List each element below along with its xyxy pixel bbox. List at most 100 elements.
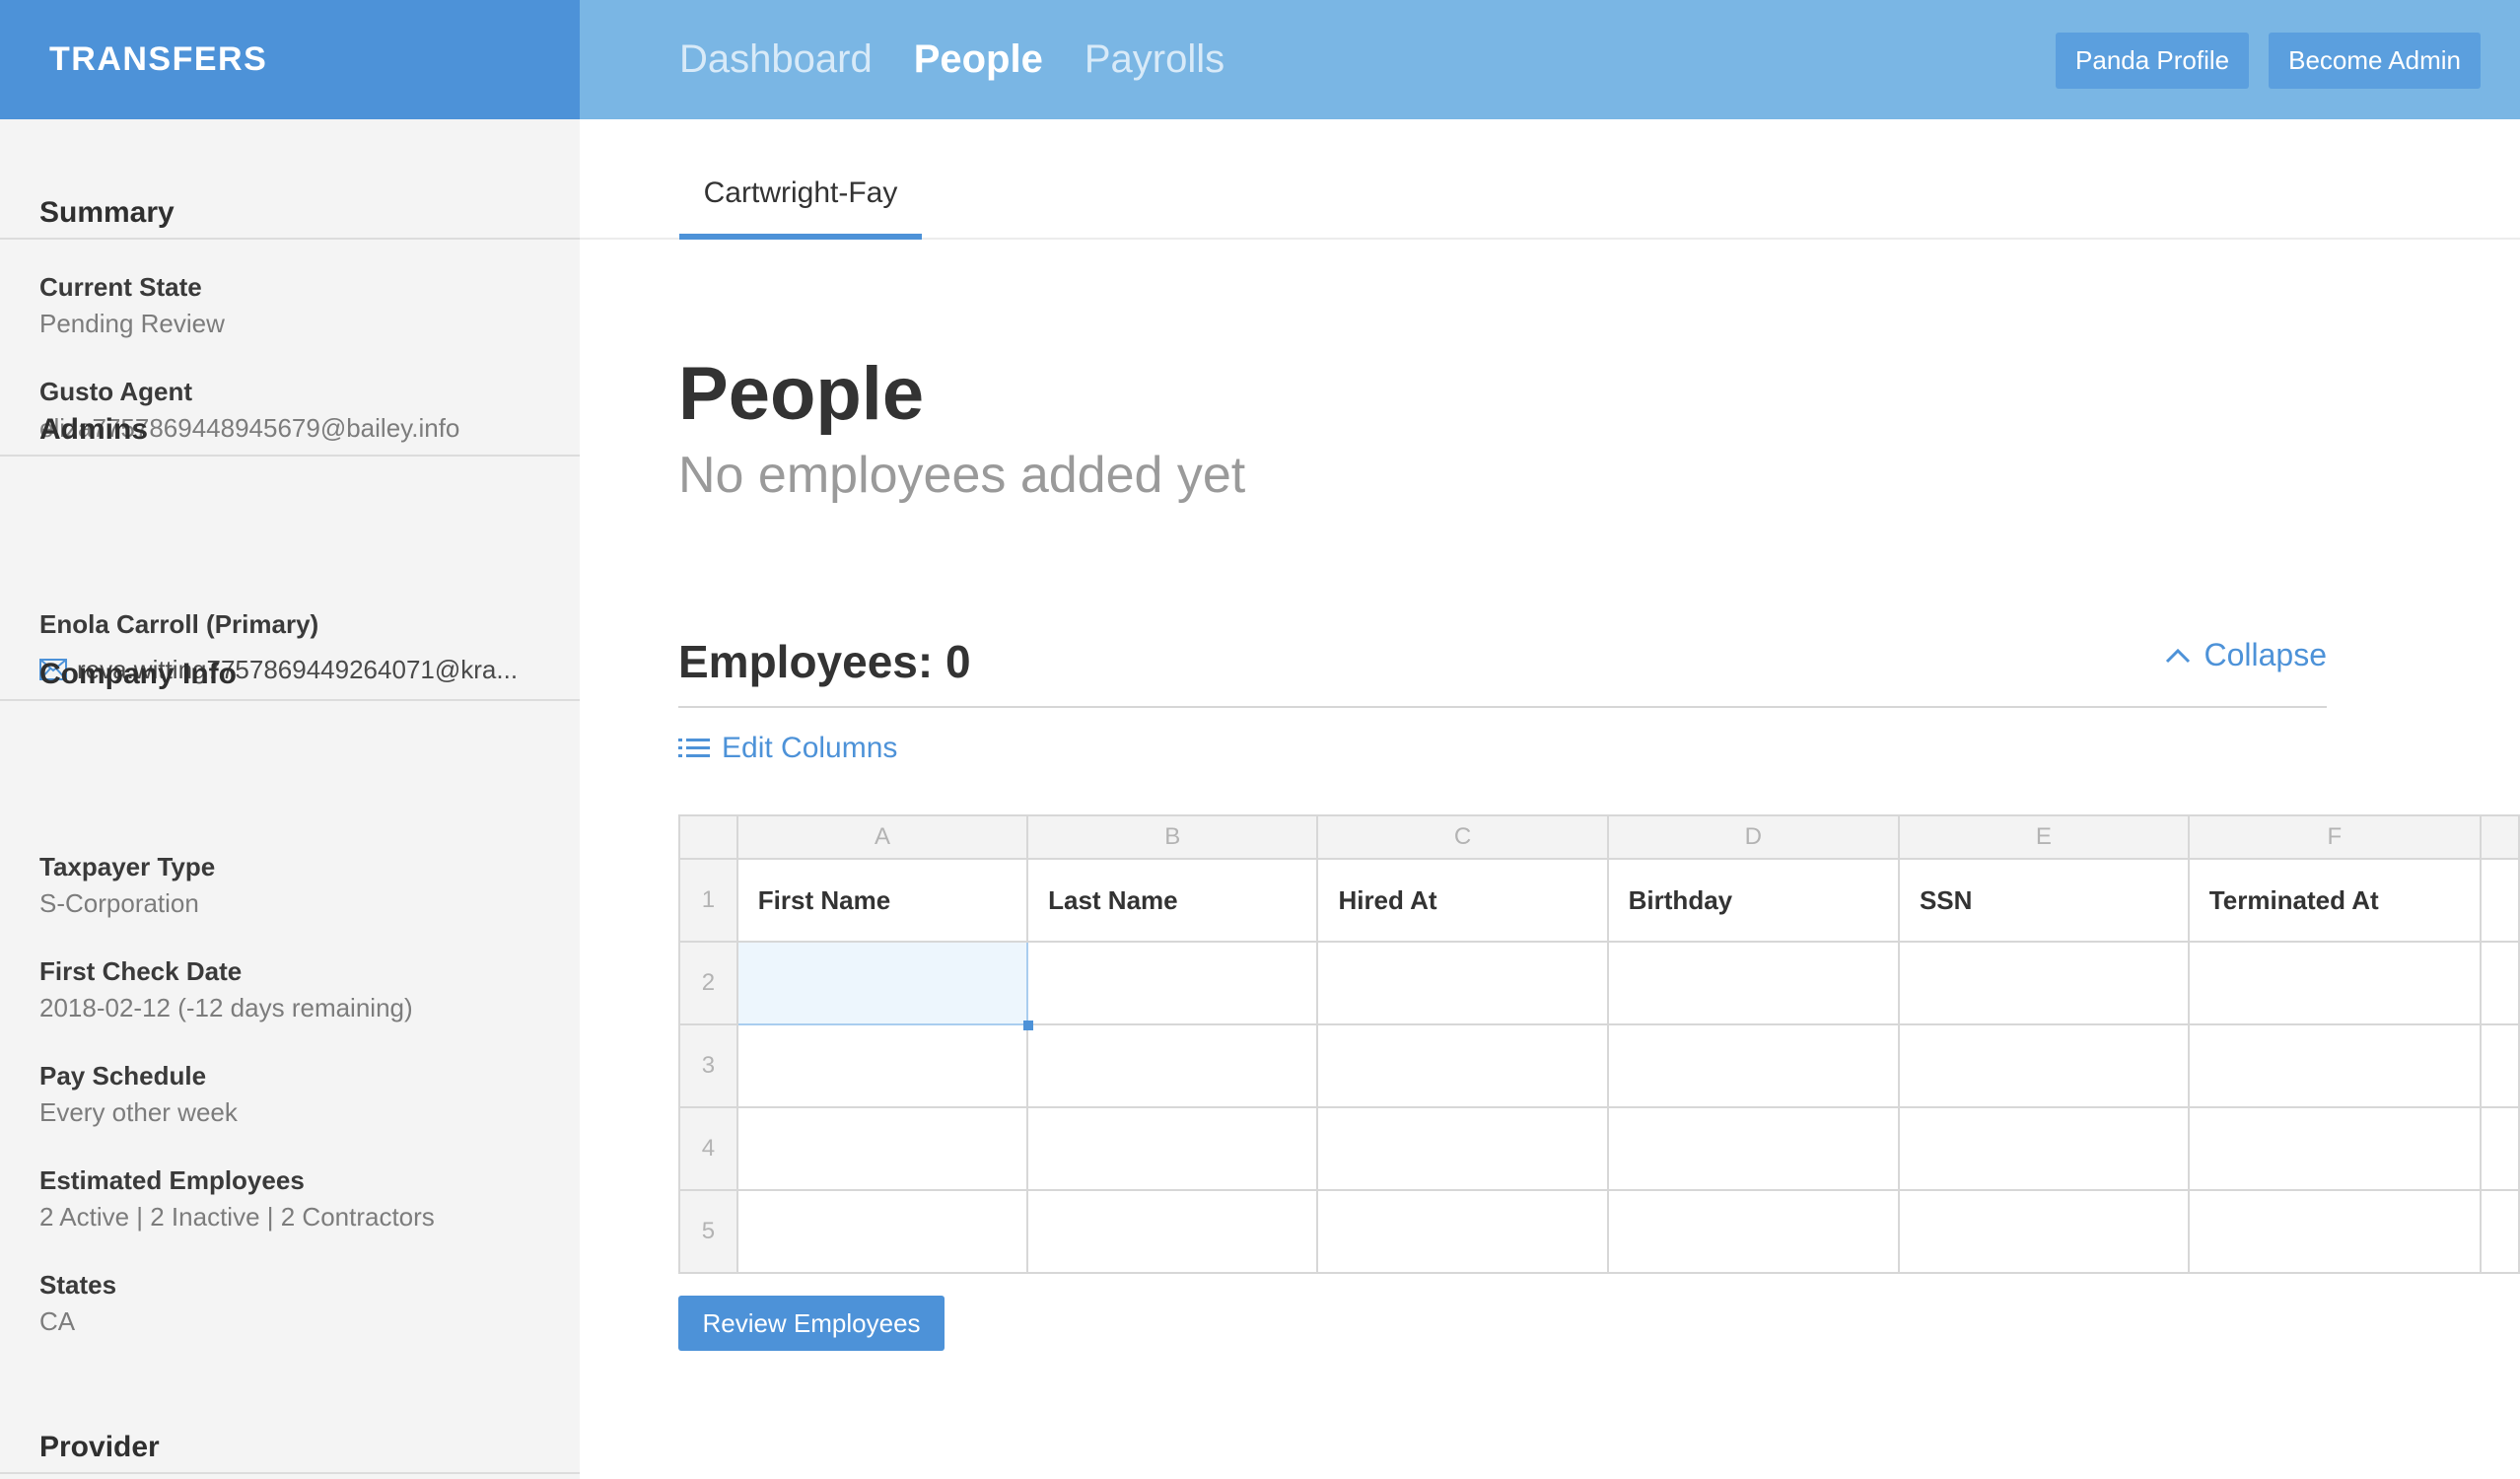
row-number-2[interactable]: 2 (678, 941, 738, 1025)
grid-cell[interactable] (1026, 941, 1319, 1025)
list-icon (678, 739, 710, 757)
nav-payrolls[interactable]: Payrolls (1085, 37, 1225, 82)
grid-cell[interactable] (2479, 1189, 2520, 1274)
states-label: States (39, 1270, 117, 1300)
collapse-button[interactable]: Collapse (2164, 637, 2327, 673)
grid-cell[interactable] (1316, 1023, 1609, 1108)
employees-count: Employees: 0 (678, 636, 971, 687)
row-number-5[interactable]: 5 (678, 1189, 738, 1274)
estimated-employees-field: Estimated Employees 2 Active | 2 Inactiv… (39, 1162, 435, 1235)
grid-cell[interactable] (735, 1106, 1029, 1191)
current-state-field: Current State Pending Review (39, 269, 225, 342)
panda-profile-button[interactable]: Panda Profile (2056, 33, 2250, 89)
table-row: 3 (678, 1023, 2520, 1108)
provider-heading: Provider (0, 1356, 580, 1474)
grid-corner (678, 814, 738, 860)
brand-bar: TRANSFERS (0, 0, 580, 119)
taxpayer-type-value: S-Corporation (39, 888, 199, 918)
col-letter-e[interactable]: E (1897, 814, 2190, 860)
grid-cell[interactable] (2187, 1023, 2482, 1108)
taxpayer-type-field: Taxpayer Type S-Corporation (39, 849, 215, 922)
header-ssn[interactable]: SSN (1897, 858, 2190, 943)
edit-columns-label: Edit Columns (722, 732, 898, 764)
grid-table: A B C D E F 1 First Name Last Name Hired… (678, 814, 2520, 1274)
grid-cell[interactable] (1026, 1189, 1319, 1274)
row-number-4[interactable]: 4 (678, 1106, 738, 1191)
estimated-employees-value: 2 Active | 2 Inactive | 2 Contractors (39, 1202, 435, 1232)
employees-header: Employees: 0 Collapse (678, 631, 2327, 708)
col-letter-f[interactable]: F (2187, 814, 2482, 860)
grid-cell[interactable] (2187, 1189, 2482, 1274)
pay-schedule-label: Pay Schedule (39, 1061, 207, 1091)
col-letter-c[interactable]: C (1316, 814, 1609, 860)
col-letter-b[interactable]: B (1026, 814, 1319, 860)
grid-cell[interactable] (1897, 1106, 2190, 1191)
grid-cell[interactable] (2187, 941, 2482, 1025)
sidebar: Summary Current State Pending Review Gus… (0, 119, 580, 1479)
chevron-up-icon (2166, 648, 2191, 663)
first-check-date-value: 2018-02-12 (-12 days remaining) (39, 993, 413, 1022)
collapse-label: Collapse (2204, 637, 2327, 672)
brand-title: TRANSFERS (49, 40, 268, 78)
grid-cell[interactable] (1316, 941, 1609, 1025)
grid-cell[interactable] (1897, 1189, 2190, 1274)
grid-cell[interactable] (1606, 1189, 1900, 1274)
grid-cell[interactable] (2479, 858, 2520, 943)
grid-cell[interactable] (1316, 1106, 1609, 1191)
col-letter-overflow (2479, 814, 2520, 860)
grid-cell[interactable] (1026, 1106, 1319, 1191)
grid-cell[interactable] (2187, 1106, 2482, 1191)
employees-grid[interactable]: A B C D E F 1 First Name Last Name Hired… (678, 814, 2520, 1276)
table-row: 4 (678, 1106, 2520, 1191)
grid-cell[interactable] (1606, 941, 1900, 1025)
states-field: States CA (39, 1267, 116, 1340)
header-hired-at[interactable]: Hired At (1316, 858, 1609, 943)
edit-columns-button[interactable]: Edit Columns (678, 732, 897, 765)
company-tabs: Cartwright-Fay (580, 119, 2520, 240)
table-row: 2 (678, 941, 2520, 1030)
grid-cell[interactable] (735, 1023, 1029, 1108)
grid-cell[interactable] (1606, 1106, 1900, 1191)
col-letter-a[interactable]: A (735, 814, 1029, 860)
states-value: CA (39, 1306, 76, 1336)
grid-cell[interactable] (2479, 1106, 2520, 1191)
top-nav: Dashboard People Payrolls Panda Profile … (580, 0, 2520, 119)
nav-people[interactable]: People (914, 37, 1043, 82)
admins-heading: Admins (0, 336, 580, 457)
row-number-3[interactable]: 3 (678, 1023, 738, 1108)
grid-cell[interactable] (735, 1189, 1029, 1274)
company-info-heading: Company Info (0, 581, 580, 701)
nav-buttons: Panda Profile Become Admin (2036, 33, 2481, 89)
row-number-1[interactable]: 1 (678, 858, 738, 943)
pay-schedule-value: Every other week (39, 1097, 238, 1127)
estimated-employees-label: Estimated Employees (39, 1165, 305, 1195)
taxpayer-type-label: Taxpayer Type (39, 852, 216, 881)
page-title: People (678, 352, 925, 436)
col-letter-d[interactable]: D (1606, 814, 1900, 860)
summary-heading: Summary (0, 119, 580, 240)
grid-cell[interactable] (1026, 1023, 1319, 1108)
grid-cell[interactable] (1897, 941, 2190, 1025)
first-check-date-label: First Check Date (39, 956, 243, 986)
grid-cell[interactable] (1897, 1023, 2190, 1108)
grid-cell[interactable] (2479, 941, 2520, 1025)
tab-company[interactable]: Cartwright-Fay (679, 157, 922, 240)
grid-cell[interactable] (2479, 1023, 2520, 1108)
table-row: 5 (678, 1189, 2520, 1274)
become-admin-button[interactable]: Become Admin (2269, 33, 2481, 89)
review-employees-button[interactable]: Review Employees (678, 1296, 945, 1351)
selected-cell[interactable] (735, 941, 1034, 1030)
header-birthday[interactable]: Birthday (1606, 858, 1900, 943)
grid-cell[interactable] (1606, 1023, 1900, 1108)
grid-cell[interactable] (1316, 1189, 1609, 1274)
header-last-name[interactable]: Last Name (1026, 858, 1319, 943)
current-state-label: Current State (39, 272, 202, 302)
header-terminated-at[interactable]: Terminated At (2187, 858, 2482, 943)
nav-dashboard[interactable]: Dashboard (679, 37, 873, 82)
first-check-date-field: First Check Date 2018-02-12 (-12 days re… (39, 953, 413, 1026)
page-subtitle: No employees added yet (678, 447, 1246, 504)
nav-links: Dashboard People Payrolls (679, 37, 1266, 82)
fill-handle[interactable] (1023, 1021, 1034, 1030)
pay-schedule-field: Pay Schedule Every other week (39, 1058, 238, 1131)
header-first-name[interactable]: First Name (735, 858, 1029, 943)
